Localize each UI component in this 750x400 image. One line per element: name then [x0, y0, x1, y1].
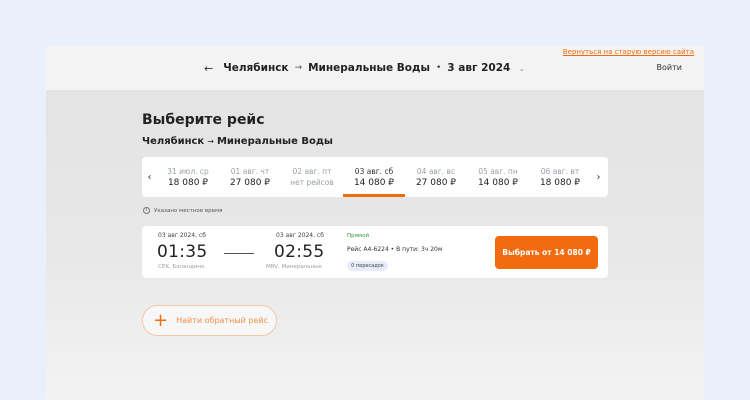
departure-time: 01:35 [157, 242, 208, 262]
local-time-text: Указано местное время [154, 207, 223, 214]
date-label: 01 авг. чт [230, 166, 270, 176]
departure-airport: CEK, Баландино [158, 264, 205, 270]
flight-info: Рейс А4-6224 • В пути: 3ч 20м [347, 246, 443, 253]
date-price: 18 080 ₽ [539, 177, 581, 188]
date-label: 02 авг. пт [292, 167, 332, 176]
arrival-airport: MRV, Минеральные [266, 264, 322, 270]
chevron-left-icon[interactable]: ‹ [142, 157, 157, 197]
arrow-left-icon[interactable]: ← [204, 62, 213, 75]
date-price: 14 080 ₽ [353, 177, 395, 188]
date-option[interactable]: 05 авг. пн 14 080 ₽ [467, 157, 529, 197]
date-label: 05 авг. пн [478, 166, 518, 176]
arrival-date: 03 авг 2024, сб [276, 232, 324, 239]
date-price: 27 080 ₽ [229, 177, 271, 188]
date-label: 03 авг. сб [354, 166, 394, 176]
date-price: 18 080 ₽ [167, 177, 209, 188]
date-label: 31 июл. ср [167, 166, 209, 176]
chevron-down-icon[interactable]: ⌄ [518, 64, 525, 73]
route-subtitle-from: Челябинск [142, 136, 205, 147]
date-option[interactable]: 02 авг. пт нет рейсов [281, 157, 343, 197]
date-option[interactable]: 31 июл. ср 18 080 ₽ [157, 157, 219, 197]
departure-date: 03 авг 2024, сб [158, 232, 206, 239]
info-icon: i [143, 207, 150, 214]
date-strip: ‹ 31 июл. ср 18 080 ₽ 01 авг. чт 27 080 … [142, 157, 608, 197]
arrival-time: 02:55 [274, 242, 325, 262]
chevron-right-icon[interactable]: › [591, 157, 606, 197]
find-return-flight-button[interactable]: + Найти обратный рейс [142, 305, 277, 336]
route-date[interactable]: 3 авг 2024 [447, 62, 510, 74]
date-price: 27 080 ₽ [415, 177, 457, 188]
date-label: 06 авг. вт [540, 166, 580, 176]
top-bar: Вернуться на старую версию сайта ← Челяб… [46, 46, 704, 90]
page-title: Выберите рейс [142, 112, 265, 128]
date-label: 04 авг. вс [416, 166, 456, 176]
route-subtitle-arrow: → [207, 137, 214, 146]
date-option-selected[interactable]: 03 авг. сб 14 080 ₽ [343, 157, 405, 197]
flight-card: 03 авг 2024, сб 01:35 CEK, Баландино 03 … [142, 226, 608, 278]
route-to: Минеральные Воды [308, 62, 430, 74]
date-option[interactable]: 01 авг. чт 27 080 ₽ [219, 157, 281, 197]
transfers-badge: 0 пересадок [347, 261, 388, 271]
route-summary[interactable]: ← Челябинск → Минеральные Воды • 3 авг 2… [204, 61, 525, 75]
route-subtitle: Челябинск → Минеральные Воды [142, 136, 333, 147]
direct-flight-label: Прямой [347, 233, 370, 239]
route-subtitle-to: Минеральные Воды [216, 136, 333, 147]
separator-dot: • [435, 63, 442, 73]
old-version-link[interactable]: Вернуться на старую версию сайта [563, 48, 694, 56]
date-price: 14 080 ₽ [477, 177, 519, 188]
route-from: Челябинск [223, 62, 289, 74]
plus-icon: + [153, 309, 169, 331]
duration-line [224, 253, 254, 254]
select-flight-button[interactable]: Выбрать от 14 080 ₽ [495, 236, 598, 269]
date-option[interactable]: 06 авг. вт 18 080 ₽ [529, 157, 591, 197]
find-return-flight-label: Найти обратный рейс [176, 316, 268, 325]
date-option[interactable]: 04 авг. вс 27 080 ₽ [405, 157, 467, 197]
route-arrow: → [294, 63, 303, 73]
app-window: Вернуться на старую версию сайта ← Челяб… [46, 46, 704, 400]
local-time-note: i Указано местное время [143, 207, 222, 214]
login-link[interactable]: Войти [657, 63, 682, 72]
date-price: нет рейсов [290, 178, 334, 187]
